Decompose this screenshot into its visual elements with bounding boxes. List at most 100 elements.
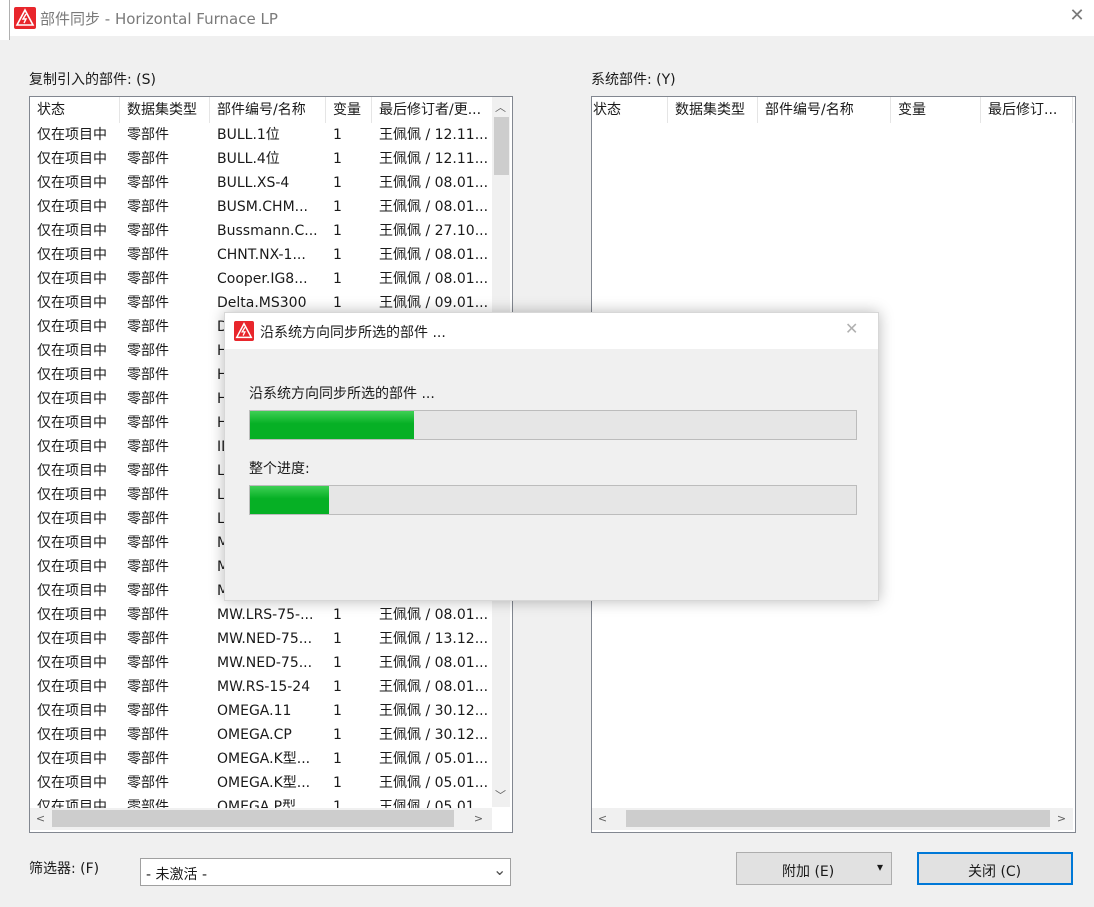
cell-part-number: Bussmann.C... — [217, 223, 318, 239]
cell-last-modified: 王佩佩 / 30.12... — [379, 703, 489, 719]
hscroll-thumb[interactable] — [626, 810, 1050, 827]
cell-variant: 1 — [333, 727, 342, 743]
column-header-last-modified[interactable]: 最后修订者/更... — [372, 97, 492, 123]
column-header-last-modified[interactable]: 最后修订... — [981, 97, 1073, 123]
system-parts-hscrollbar[interactable]: < > — [592, 808, 1073, 830]
cell-dataset-type: 零部件 — [127, 391, 169, 407]
table-row[interactable]: 仅在项目中 零部件 CHNT.NX-1... 1 王佩佩 / 08.01... — [30, 243, 492, 267]
table-row[interactable]: 仅在项目中 零部件 BULL.4位 1 王佩佩 / 12.11... — [30, 147, 492, 171]
cell-last-modified: 王佩佩 / 12.11... — [379, 127, 489, 143]
scroll-right-icon[interactable]: > — [1053, 810, 1070, 827]
table-row[interactable]: 仅在项目中 零部件 OMEGA.11 1 王佩佩 / 30.12... — [30, 699, 492, 723]
column-header-variant[interactable]: 变量 — [891, 97, 981, 123]
task-progress-label: 沿系统方向同步所选的部件 ... — [249, 386, 435, 402]
cell-part-number: OMEGA.K型... — [217, 775, 311, 791]
cell-status: 仅在项目中 — [37, 271, 107, 287]
add-dropdown-arrow-icon[interactable]: ▾ — [877, 860, 883, 874]
vscroll-thumb[interactable] — [494, 117, 509, 175]
cell-dataset-type: 零部件 — [127, 247, 169, 263]
cell-dataset-type: 零部件 — [127, 271, 169, 287]
cell-dataset-type: 零部件 — [127, 535, 169, 551]
cell-part-number: MW.NED-75... — [217, 655, 313, 671]
cell-part-number: Cooper.IG8... — [217, 271, 308, 287]
table-row[interactable]: 仅在项目中 零部件 BULL.1位 1 王佩佩 / 12.11... — [30, 123, 492, 147]
cell-variant: 1 — [333, 151, 342, 167]
cell-status: 仅在项目中 — [37, 631, 107, 647]
overall-progress-label: 整个进度: — [249, 461, 310, 477]
table-row[interactable]: 仅在项目中 零部件 OMEGA.K型... 1 王佩佩 / 05.01... — [30, 771, 492, 795]
scroll-up-icon[interactable]: ︿ — [492, 99, 509, 116]
table-row[interactable]: 仅在项目中 零部件 BULL.XS-4 1 王佩佩 / 08.01... — [30, 171, 492, 195]
scroll-left-icon[interactable]: < — [594, 810, 611, 827]
system-parts-header: 状态 数据集类型 部件编号/名称 变量 最后修订... — [592, 97, 1073, 123]
table-row[interactable]: 仅在项目中 零部件 OMEGA.CP 1 王佩佩 / 30.12... — [30, 723, 492, 747]
table-row[interactable]: 仅在项目中 零部件 MW.RS-15-24 1 王佩佩 / 08.01... — [30, 675, 492, 699]
column-header-dataset-type[interactable]: 数据集类型 — [120, 97, 210, 123]
cell-dataset-type: 零部件 — [127, 487, 169, 503]
cell-dataset-type: 零部件 — [127, 127, 169, 143]
cell-status: 仅在项目中 — [37, 703, 107, 719]
cell-status: 仅在项目中 — [37, 439, 107, 455]
cell-status: 仅在项目中 — [37, 775, 107, 791]
cell-part-number: MW.LRS-75-... — [217, 607, 314, 623]
cell-part-number: MW.NED-75... — [217, 631, 313, 647]
app-logo-icon — [14, 7, 36, 29]
cell-status: 仅在项目中 — [37, 367, 107, 383]
cell-last-modified: 王佩佩 / 08.01... — [379, 271, 489, 287]
table-row[interactable]: 仅在项目中 零部件 Cooper.IG8... 1 王佩佩 / 08.01... — [30, 267, 492, 291]
window-titlebar[interactable]: 部件同步 - Horizontal Furnace LP ✕ — [0, 0, 1094, 40]
window-close-icon[interactable]: ✕ — [1066, 4, 1088, 28]
cell-dataset-type: 零部件 — [127, 583, 169, 599]
cell-last-modified: 王佩佩 / 08.01... — [379, 199, 489, 215]
table-row[interactable]: 仅在项目中 零部件 MW.NED-75... 1 王佩佩 / 13.12... — [30, 627, 492, 651]
table-row[interactable]: 仅在项目中 零部件 MW.NED-75... 1 王佩佩 / 08.01... — [30, 651, 492, 675]
imported-parts-label: 复制引入的部件: (S) — [29, 72, 156, 88]
cell-status: 仅在项目中 — [37, 151, 107, 167]
table-row[interactable]: 仅在项目中 零部件 MW.LRS-75-... 1 王佩佩 / 08.01... — [30, 603, 492, 627]
scroll-left-icon[interactable]: < — [32, 810, 49, 827]
column-header-variant[interactable]: 变量 — [326, 97, 372, 123]
cell-last-modified: 王佩佩 / 12.11... — [379, 151, 489, 167]
table-row[interactable]: 仅在项目中 零部件 BUSM.CHM... 1 王佩佩 / 08.01... — [30, 195, 492, 219]
chevron-down-icon: ⌄ — [493, 860, 507, 879]
cell-status: 仅在项目中 — [37, 727, 107, 743]
column-header-status[interactable]: 状态 — [30, 97, 120, 123]
table-row[interactable]: 仅在项目中 零部件 Bussmann.C... 1 王佩佩 / 27.10... — [30, 219, 492, 243]
dialog-titlebar[interactable]: 沿系统方向同步所选的部件 ... ✕ — [225, 313, 878, 349]
cell-variant: 1 — [333, 607, 342, 623]
cell-last-modified: 王佩佩 / 08.01... — [379, 247, 489, 263]
close-button-label: 关闭 (C) — [968, 864, 1022, 880]
column-header-status[interactable]: 状态 — [592, 97, 668, 123]
cell-dataset-type: 零部件 — [127, 223, 169, 239]
cell-variant: 1 — [333, 631, 342, 647]
table-row[interactable]: 仅在项目中 零部件 OMEGA.K型... 1 王佩佩 / 05.01... — [30, 747, 492, 771]
cell-status: 仅在项目中 — [37, 127, 107, 143]
add-button[interactable]: 附加 (E) ▾ — [736, 852, 892, 885]
cell-status: 仅在项目中 — [37, 487, 107, 503]
cell-status: 仅在项目中 — [37, 199, 107, 215]
hscroll-thumb[interactable] — [52, 810, 454, 827]
cell-dataset-type: 零部件 — [127, 559, 169, 575]
cell-part-number: MW.RS-15-24 — [217, 679, 311, 695]
close-button[interactable]: 关闭 (C) — [917, 852, 1073, 885]
cell-status: 仅在项目中 — [37, 607, 107, 623]
cell-dataset-type: 零部件 — [127, 343, 169, 359]
column-header-part-number[interactable]: 部件编号/名称 — [758, 97, 891, 123]
cell-last-modified: 王佩佩 / 30.12... — [379, 727, 489, 743]
column-header-dataset-type[interactable]: 数据集类型 — [668, 97, 758, 123]
imported-parts-hscrollbar[interactable]: < > — [30, 808, 492, 830]
cell-dataset-type: 零部件 — [127, 439, 169, 455]
scroll-right-icon[interactable]: > — [470, 810, 487, 827]
cell-part-number: CHNT.NX-1... — [217, 247, 306, 263]
filter-dropdown[interactable]: - 未激活 - ⌄ — [140, 858, 511, 886]
dialog-close-icon[interactable]: ✕ — [845, 319, 858, 338]
cell-status: 仅在项目中 — [37, 583, 107, 599]
cell-variant: 1 — [333, 703, 342, 719]
add-button-label: 附加 (E) — [782, 864, 835, 880]
cell-part-number: BULL.XS-4 — [217, 175, 290, 191]
scroll-down-icon[interactable]: ﹀ — [492, 787, 509, 804]
cell-last-modified: 王佩佩 / 05.01... — [379, 751, 489, 767]
cell-dataset-type: 零部件 — [127, 655, 169, 671]
column-header-part-number[interactable]: 部件编号/名称 — [210, 97, 326, 123]
cell-dataset-type: 零部件 — [127, 199, 169, 215]
